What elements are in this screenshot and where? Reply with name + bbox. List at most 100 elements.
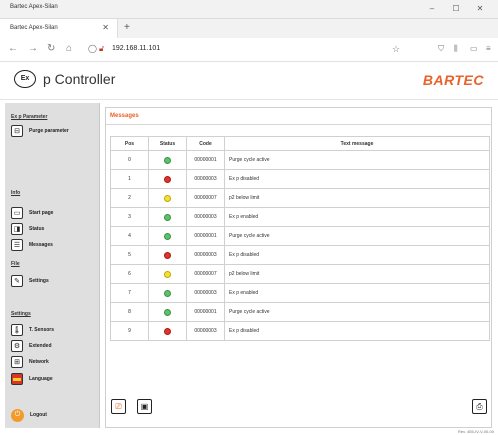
- table-row: 4 00000001 Purge cycle active: [110, 226, 490, 246]
- bookmark-star-icon[interactable]: ☆: [392, 43, 400, 55]
- pos-cell: 5: [110, 245, 149, 265]
- status-led-icon: [164, 232, 171, 240]
- code-cell: 00000003: [186, 321, 225, 341]
- messages-panel: Messages Pos Status Code Text message 00…: [105, 107, 492, 428]
- status-led-icon: [164, 213, 171, 221]
- window-icon: ▣: [140, 402, 149, 411]
- window-title: Bartec Apex-Silan: [10, 4, 58, 10]
- text-message-cell: p2 below limit: [224, 188, 490, 208]
- status-cell: [148, 150, 187, 170]
- forward-icon[interactable]: →: [28, 43, 38, 55]
- purge-parameter-icon: ⊟: [11, 125, 23, 137]
- sidebar-item-extended[interactable]: ⚙ Extended: [11, 340, 52, 352]
- insecure-lock-icon[interactable]: 🔓︎: [99, 44, 104, 54]
- pos-cell: 7: [110, 283, 149, 303]
- tab-bar: Bartec Apex-Silan ✕ +: [0, 19, 498, 38]
- export-icon: ⎙: [476, 401, 483, 411]
- pos-cell: 6: [110, 264, 149, 284]
- text-message-cell: Purge cycle active: [224, 302, 490, 322]
- table-row: 2 00000007 p2 below limit: [110, 188, 490, 208]
- browser-tab[interactable]: Bartec Apex-Silan ✕: [0, 19, 118, 38]
- sidebar-item-start-page[interactable]: ▭ Start page: [11, 207, 53, 219]
- sidebar-item-status[interactable]: ◨ Status: [11, 223, 44, 235]
- table-row: 5 00000003 Ex p disabled: [110, 245, 490, 265]
- code-cell: 00000007: [186, 264, 225, 284]
- sidebar-item-network[interactable]: ⊞ Network: [11, 356, 49, 368]
- url-field[interactable]: 192.168.11.101: [112, 43, 160, 55]
- export-button[interactable]: ⎙: [472, 399, 487, 414]
- code-cell: 00000003: [186, 245, 225, 265]
- pos-cell: 4: [110, 226, 149, 246]
- status-led-icon: [164, 308, 171, 316]
- app-title: p Controller: [43, 71, 116, 87]
- column-header-text-message: Text message: [224, 136, 490, 151]
- logout-button[interactable]: ⏻ Logout: [11, 408, 47, 422]
- text-message-cell: Ex p enabled: [224, 207, 490, 227]
- status-led-icon: [164, 289, 171, 297]
- bartec-logo: BARTEC: [422, 72, 484, 88]
- status-cell: [148, 226, 187, 246]
- library-icon[interactable]: ⫼: [454, 43, 458, 55]
- table-row: 7 00000003 Ex p enabled: [110, 283, 490, 303]
- minimize-button[interactable]: –: [420, 2, 444, 16]
- maximize-button[interactable]: ☐: [444, 2, 468, 16]
- text-message-cell: Ex p enabled: [224, 283, 490, 303]
- section-info: Info: [11, 190, 21, 196]
- status-cell: [148, 264, 187, 284]
- start-page-icon: ▭: [11, 207, 23, 219]
- sidebar-item-language[interactable]: Language: [11, 373, 53, 385]
- table-row: 9 00000003 Ex p disabled: [110, 321, 490, 341]
- code-cell: 00000003: [186, 169, 225, 189]
- app-header: Ex p Controller BARTEC: [0, 62, 498, 100]
- clear-icon: ⎚: [115, 401, 122, 411]
- pos-cell: 1: [110, 169, 149, 189]
- status-cell: [148, 302, 187, 322]
- navigation-bar: ← → ↻ ⌂ ◯ 🔓︎ 192.168.11.101 ☆ ⛉ ⫼ ▭ ≡: [0, 38, 498, 62]
- network-icon: ⊞: [11, 356, 23, 368]
- table-row: 0 00000001 Purge cycle active: [110, 150, 490, 170]
- reload-icon[interactable]: ↻: [47, 43, 55, 55]
- code-cell: 00000007: [186, 188, 225, 208]
- close-window-button[interactable]: ✕: [468, 2, 492, 16]
- status-cell: [148, 207, 187, 227]
- status-cell: [148, 169, 187, 189]
- status-led-icon: [164, 327, 171, 335]
- extended-icon: ⚙: [11, 340, 23, 352]
- sidebar-item-messages[interactable]: ☰ Messages: [11, 239, 53, 251]
- tab-close-icon[interactable]: ✕: [102, 23, 109, 32]
- ex-logo-icon: Ex: [14, 70, 36, 88]
- temperature-sensor-icon: 🌡︎: [11, 324, 23, 336]
- print-button[interactable]: ▣: [137, 399, 152, 414]
- code-cell: 00000001: [186, 150, 225, 170]
- section-settings: Settings: [11, 311, 31, 317]
- status-cell: [148, 245, 187, 265]
- back-icon[interactable]: ←: [8, 43, 18, 55]
- sidebar-item-t-sensors[interactable]: 🌡︎ T. Sensors: [11, 324, 54, 336]
- clear-messages-button[interactable]: ⎚: [111, 399, 126, 414]
- status-icon: ◨: [11, 223, 23, 235]
- text-message-cell: Ex p disabled: [224, 321, 490, 341]
- new-tab-button[interactable]: +: [124, 22, 130, 33]
- messages-table: Pos Status Code Text message 0 00000001 Pu…: [110, 136, 490, 341]
- sidebar-item-purge-parameter[interactable]: ⊟ Purge parameter: [11, 125, 69, 137]
- table-row: 3 00000003 Ex p enabled: [110, 207, 490, 227]
- menu-icon[interactable]: ≡: [486, 43, 491, 55]
- panel-title: Messages: [110, 113, 139, 119]
- pos-cell: 3: [110, 207, 149, 227]
- pocket-icon[interactable]: ⛉: [438, 43, 444, 55]
- page-info-icon[interactable]: ◯: [88, 44, 97, 54]
- table-row: 6 00000007 p2 below limit: [110, 264, 490, 284]
- window-titlebar: Bartec Apex-Silan – ☐ ✕: [0, 0, 498, 19]
- code-cell: 00000001: [186, 226, 225, 246]
- text-message-cell: Purge cycle active: [224, 150, 490, 170]
- sidebar-item-settings-file[interactable]: ✎ Settings: [11, 275, 49, 287]
- section-ex-p-parameter: Ex p Parameter: [11, 114, 48, 120]
- text-message-cell: Ex p disabled: [224, 245, 490, 265]
- text-message-cell: Ex p disabled: [224, 169, 490, 189]
- section-file: File: [11, 261, 20, 267]
- pos-cell: 8: [110, 302, 149, 322]
- home-icon[interactable]: ⌂: [66, 43, 72, 55]
- messages-icon: ☰: [11, 239, 23, 251]
- sidebar-toggle-icon[interactable]: ▭: [470, 43, 478, 55]
- status-led-icon: [164, 251, 171, 259]
